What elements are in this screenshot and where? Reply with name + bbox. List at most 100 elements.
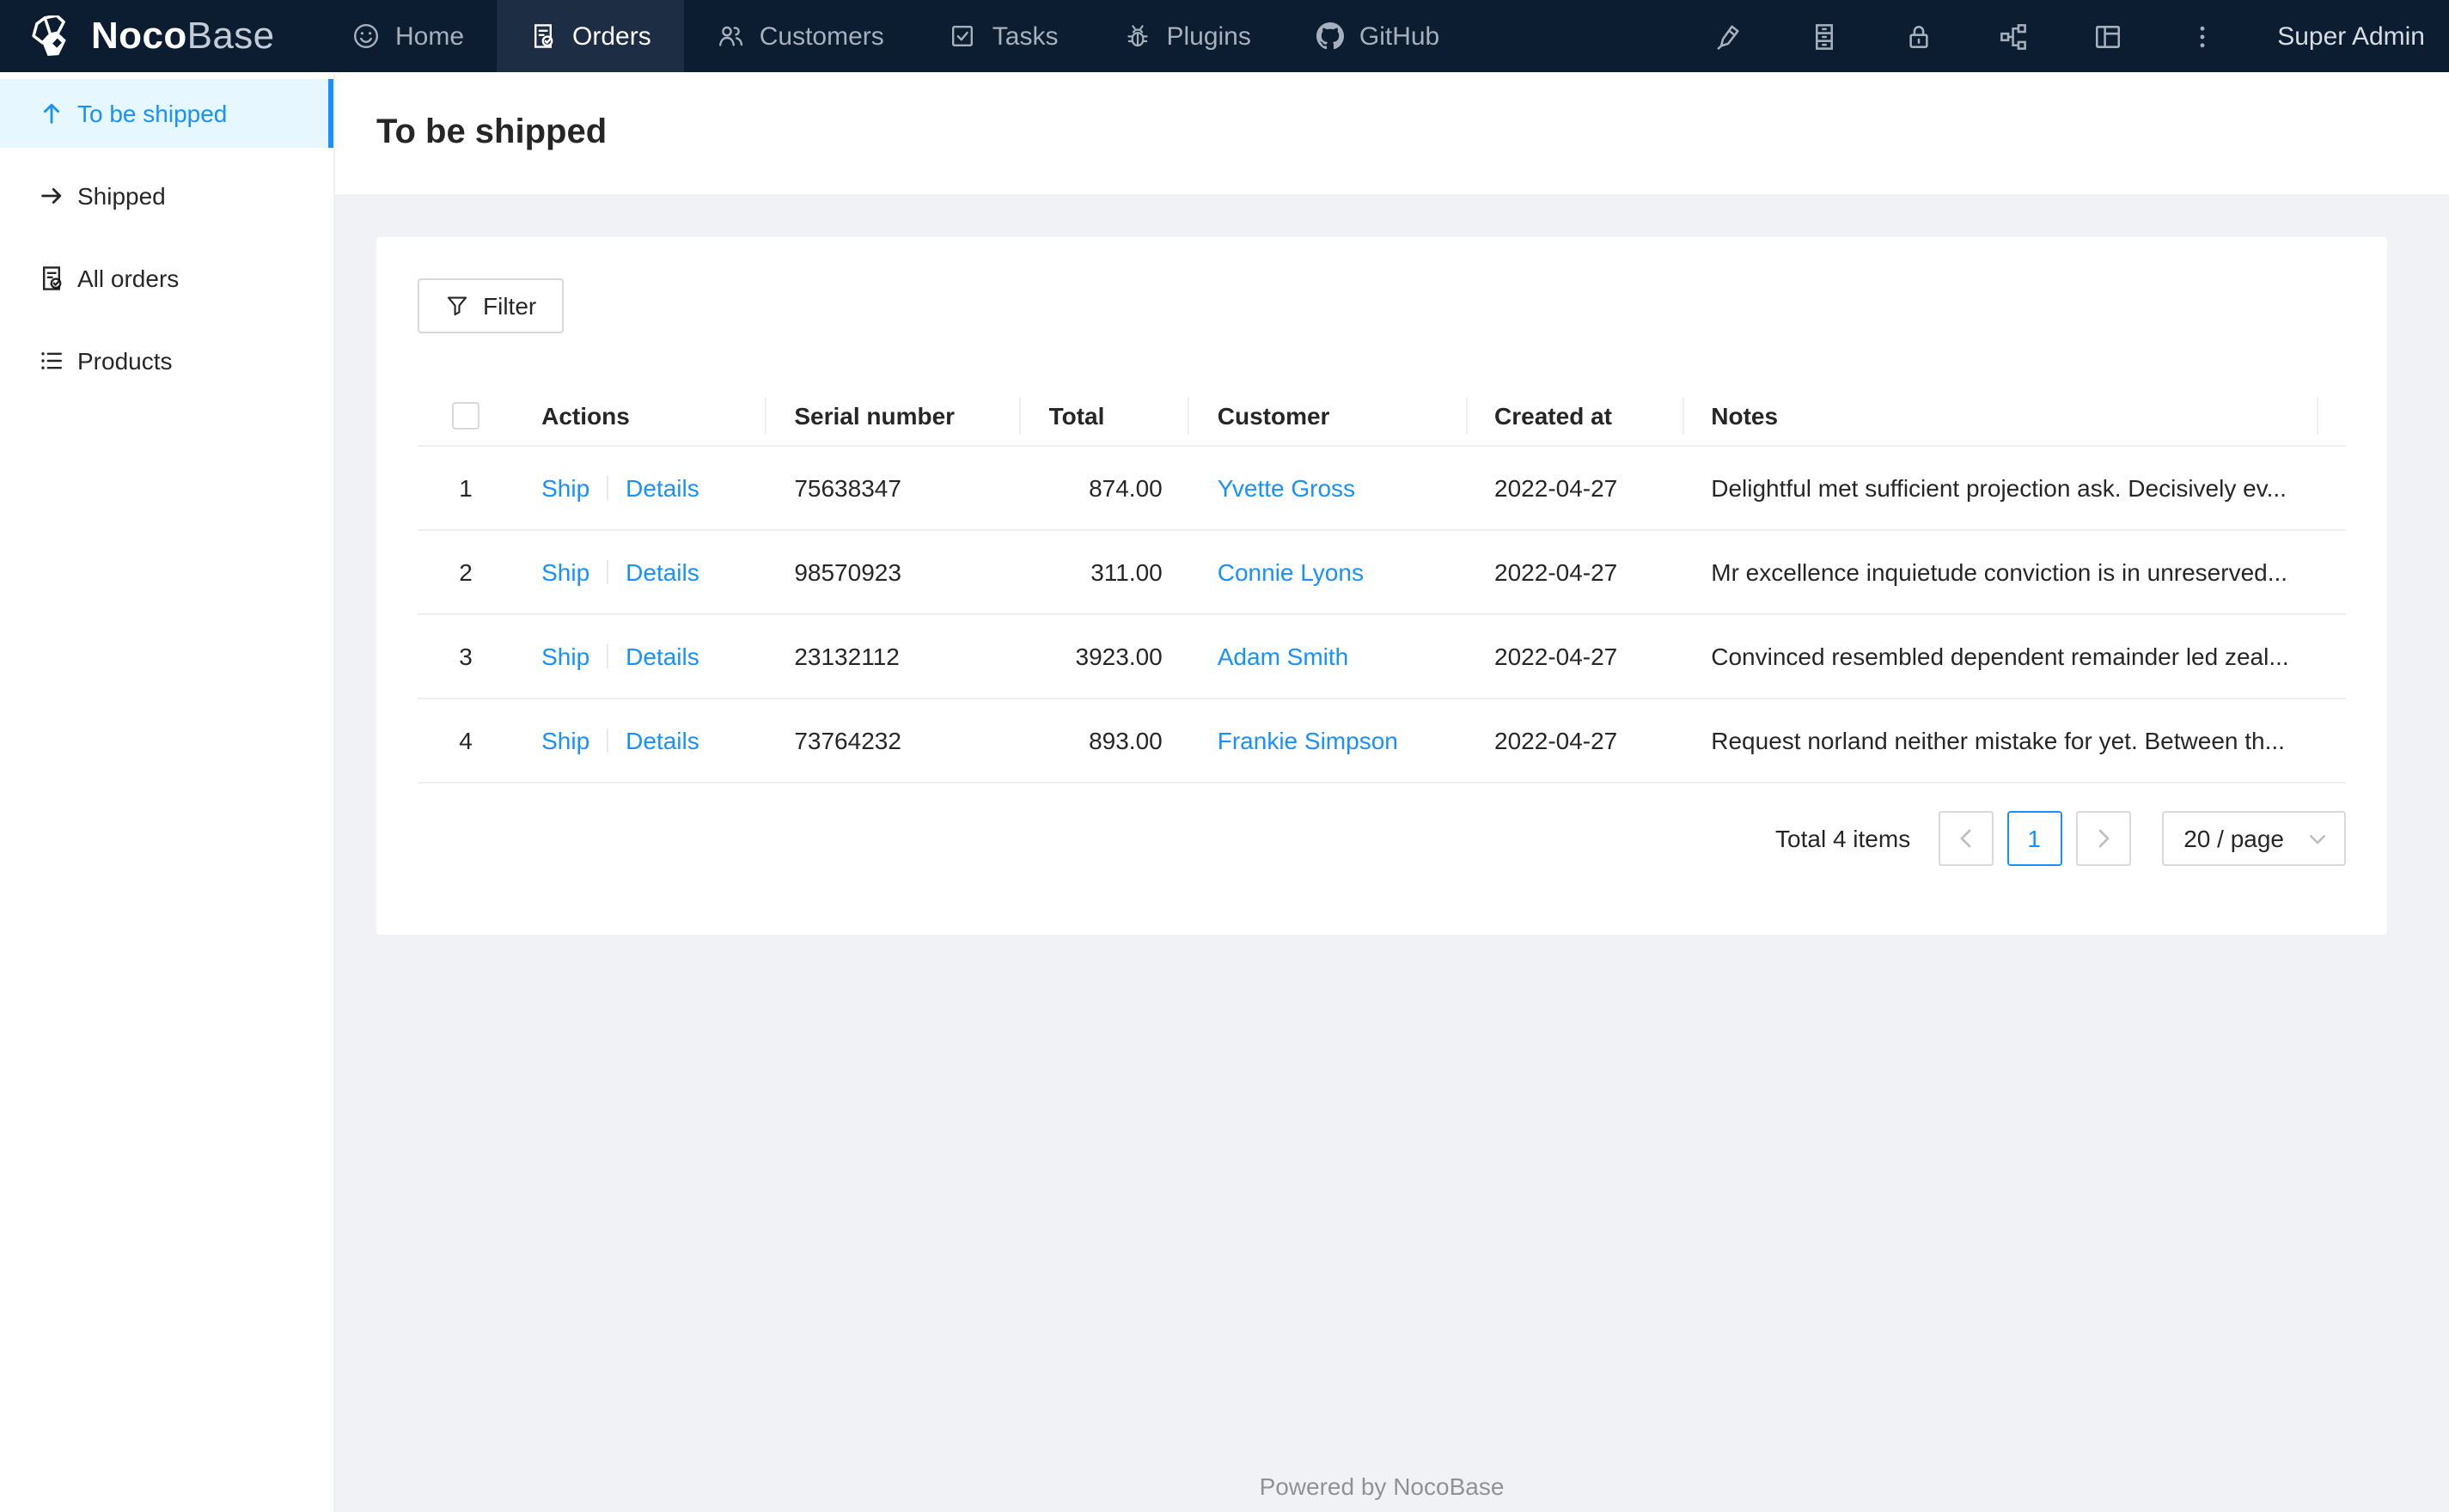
cell-serial-number: 73764232 [766, 698, 1022, 784]
brand-text-bold: Noco [91, 14, 187, 57]
database-icon[interactable] [1777, 0, 1872, 72]
page-1-button[interactable]: 1 [2006, 811, 2062, 867]
cell-total: 874.00 [1021, 446, 1190, 532]
cell-total: 893.00 [1021, 698, 1190, 784]
cell-created-at: 2022-04-27 [1467, 446, 1684, 532]
chevron-left-icon [1959, 830, 1970, 848]
column-header-customer: Customer [1189, 385, 1468, 448]
sidebar-item-to-be-shipped[interactable]: To be shipped [0, 79, 333, 148]
ship-link[interactable]: Ship [541, 643, 589, 671]
cell-notes: Delightful met sufficient projection ask… [1683, 446, 2318, 532]
page-size-value: 20 / page [2183, 825, 2284, 853]
cell-spacer [2318, 614, 2346, 700]
select-all-header [418, 385, 515, 448]
order-check-icon [534, 24, 553, 48]
nav-tab-github[interactable]: GitHub [1284, 0, 1472, 72]
nav-tab-plugins[interactable]: Plugins [1090, 0, 1283, 72]
table-row: 1 Ship Details 75638347 874.00 Yvette Gro… [418, 446, 2346, 532]
filter-button[interactable]: Filter [418, 278, 565, 333]
row-actions: Ship Details [514, 614, 767, 700]
smile-icon [353, 23, 379, 49]
more-icon[interactable] [2155, 0, 2250, 72]
row-actions: Ship Details [514, 698, 767, 784]
content-area: Filter Actions Serial number Total Custo… [335, 194, 2449, 1512]
nav-tab-label: Customers [759, 21, 884, 51]
next-page-button[interactable] [2075, 811, 2131, 867]
row-index: 4 [418, 698, 515, 784]
arrow-right-icon [41, 188, 62, 204]
sidebar: To be shipped Shipped All orders Product… [0, 72, 335, 1512]
cell-customer: Frankie Simpson [1189, 698, 1468, 784]
nav-tab-orders[interactable]: Orders [497, 0, 684, 72]
action-divider [607, 729, 609, 753]
nocobase-logo[interactable]: Noco Base [0, 0, 320, 72]
nav-tab-label: Home [395, 21, 465, 51]
page-size-select[interactable]: 20 / page [2161, 811, 2346, 867]
layout-icon[interactable] [2061, 0, 2155, 72]
cell-spacer [2318, 530, 2346, 616]
details-link[interactable]: Details [626, 728, 699, 755]
details-link[interactable]: Details [626, 559, 699, 587]
nav-tab-home[interactable]: Home [320, 0, 497, 72]
highlighter-icon[interactable] [1683, 0, 1777, 72]
cell-serial-number: 23132112 [766, 614, 1022, 700]
filter-icon [447, 296, 467, 316]
powered-by-footer[interactable]: Powered by NocoBase [376, 1472, 2387, 1512]
order-check-icon [43, 266, 62, 290]
list-icon [41, 352, 62, 369]
arrow-up-icon [44, 103, 59, 124]
cell-customer: Adam Smith [1189, 614, 1468, 700]
nav-tab-label: GitHub [1359, 21, 1440, 51]
cell-customer: Connie Lyons [1189, 530, 1468, 616]
cell-customer: Yvette Gross [1189, 446, 1468, 532]
chevron-right-icon [2098, 830, 2109, 848]
orders-table: Actions Serial number Total Customer Cre… [418, 385, 2346, 784]
cell-notes: Mr excellence inquietude conviction is i… [1683, 530, 2318, 616]
sidebar-item-shipped[interactable]: Shipped [0, 162, 333, 230]
table-row: 2 Ship Details 98570923 311.00 Connie Lyo… [418, 530, 2346, 616]
sidebar-item-products[interactable]: Products [0, 326, 333, 395]
sidebar-item-label: Products [77, 347, 173, 375]
column-header-spacer [2318, 385, 2346, 448]
details-link[interactable]: Details [626, 643, 699, 671]
table-row: 3 Ship Details 23132112 3923.00 Adam Smit… [418, 614, 2346, 700]
orders-card: Filter Actions Serial number Total Custo… [376, 237, 2387, 936]
ship-link[interactable]: Ship [541, 728, 589, 755]
nav-tabs: Home Orders Customers Tasks Plugins GitH… [320, 0, 1472, 72]
sidebar-item-label: All orders [77, 265, 180, 292]
brand-text-light: Base [186, 14, 275, 57]
user-menu[interactable]: Super Admin [2250, 21, 2435, 51]
cell-notes: Request norland neither mistake for yet.… [1683, 698, 2318, 784]
filter-button-label: Filter [483, 292, 537, 320]
ship-link[interactable]: Ship [541, 475, 589, 503]
table-header-row: Actions Serial number Total Customer Cre… [418, 385, 2346, 448]
sidebar-item-label: To be shipped [77, 100, 228, 127]
page-title: To be shipped [376, 113, 608, 151]
column-header-notes: Notes [1683, 385, 2318, 448]
prev-page-button[interactable] [1938, 811, 1994, 867]
cell-total: 3923.00 [1021, 614, 1190, 700]
row-index: 3 [418, 614, 515, 700]
action-divider [607, 560, 609, 585]
ship-link[interactable]: Ship [541, 559, 589, 587]
lock-icon[interactable] [1872, 0, 1966, 72]
api-icon[interactable] [1966, 0, 2061, 72]
check-square-icon [952, 25, 974, 47]
customer-link[interactable]: Yvette Gross [1218, 475, 1355, 503]
nav-tab-label: Tasks [992, 21, 1059, 51]
table-toolbar: Filter [418, 278, 2346, 333]
select-all-checkbox[interactable] [452, 402, 480, 430]
customer-link[interactable]: Frankie Simpson [1218, 728, 1398, 755]
nav-tab-customers[interactable]: Customers [684, 0, 917, 72]
sidebar-item-label: Shipped [77, 182, 166, 210]
sidebar-item-all-orders[interactable]: All orders [0, 244, 333, 313]
chevron-down-icon [2310, 834, 2325, 844]
details-link[interactable]: Details [626, 475, 699, 503]
nav-tab-tasks[interactable]: Tasks [917, 0, 1091, 72]
cell-serial-number: 75638347 [766, 446, 1022, 532]
customer-link[interactable]: Connie Lyons [1218, 559, 1364, 587]
top-navbar: Noco Base Home Orders Customers Tasks Pl… [0, 0, 2449, 72]
customer-link[interactable]: Adam Smith [1218, 643, 1349, 671]
app-root: Noco Base Home Orders Customers Tasks Pl… [0, 0, 2449, 1512]
main-content: To be shipped Filter Actions Serial numb… [335, 72, 2449, 1512]
